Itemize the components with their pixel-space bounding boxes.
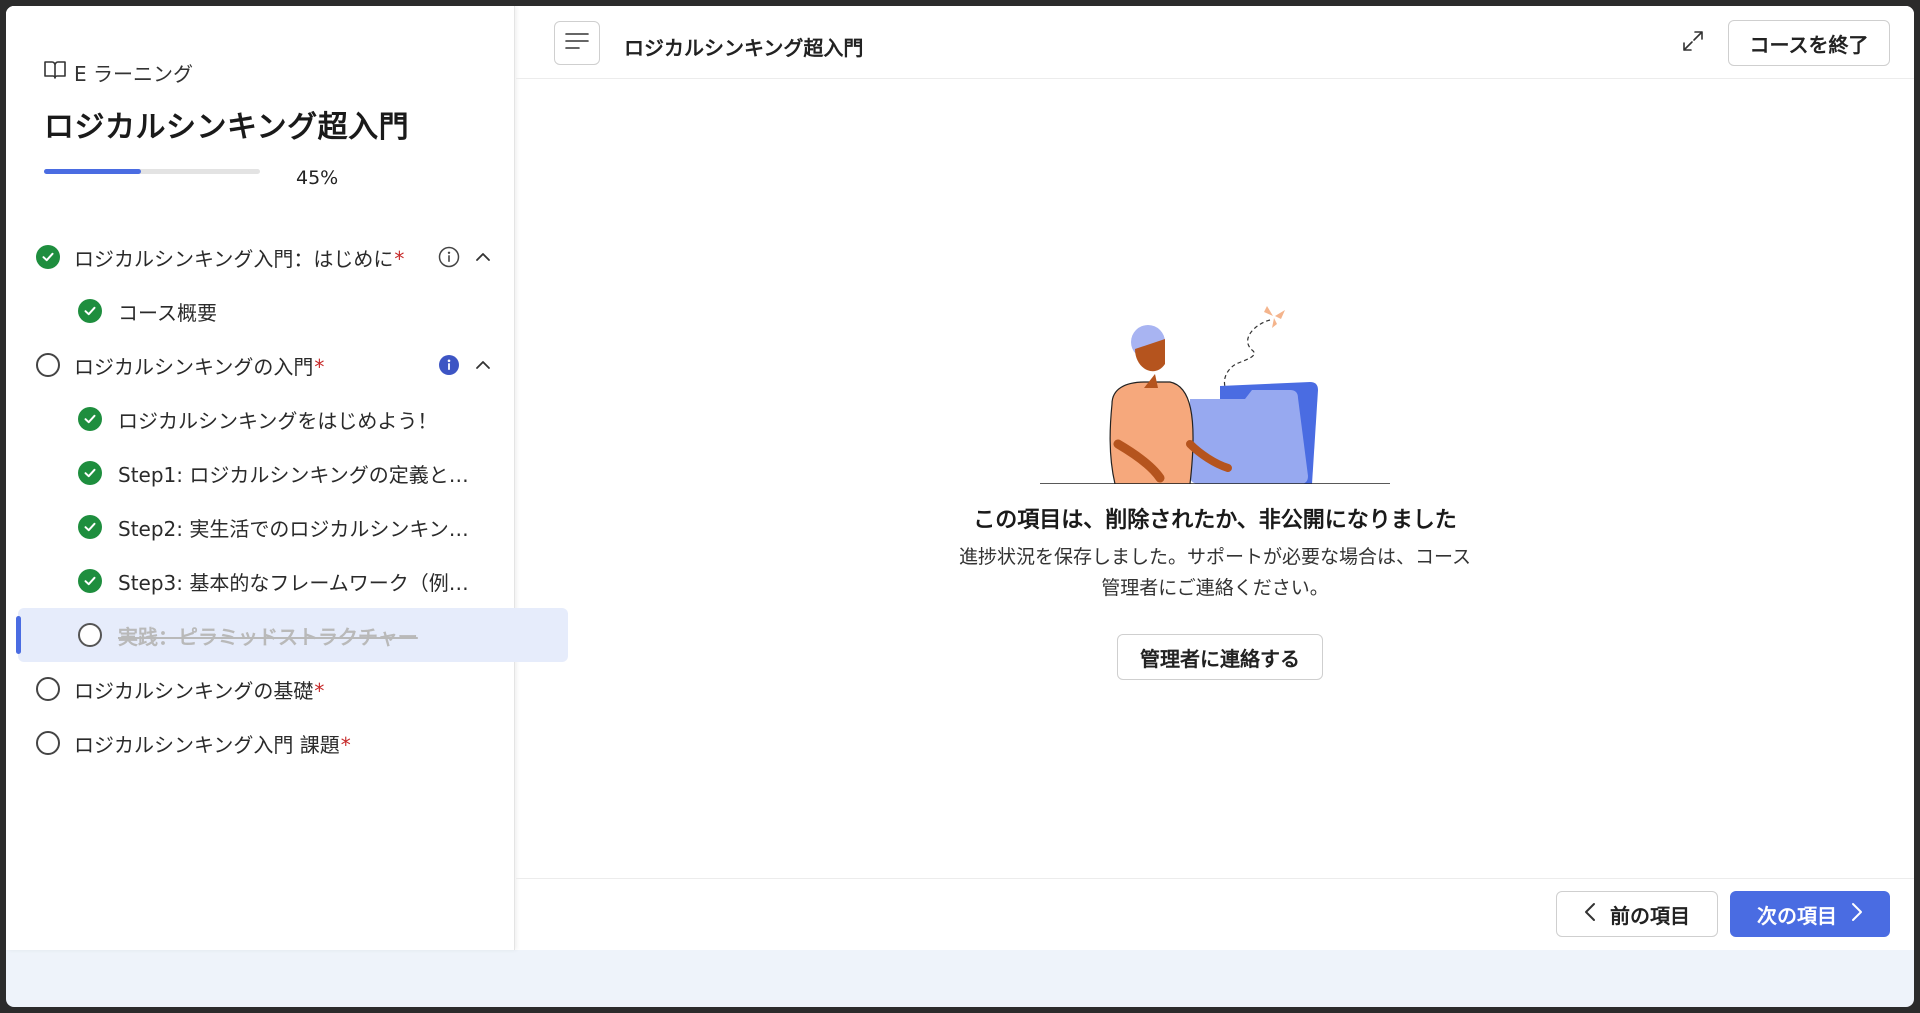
lesson-item-step2[interactable]: Step2: 実生活でのロジカルシンキン… (6, 500, 514, 554)
chevron-up-icon[interactable] (474, 356, 492, 374)
lesson-label: Step3: 基本的なフレームワーク（例… (118, 570, 469, 595)
check-circle-icon (78, 407, 102, 431)
info-icon[interactable] (438, 246, 460, 268)
main-content: この項目は、削除されたか、非公開になりました 進捗状況を保存しました。サポートが… (516, 78, 1914, 878)
empty-state-illustration (1040, 306, 1390, 484)
section-item-assignment[interactable]: ロジカルシンキング入門 課題* (6, 716, 514, 770)
empty-circle-icon (36, 677, 60, 701)
lesson-label: Step2: 実生活でのロジカルシンキン… (118, 516, 469, 541)
message-title: この項目は、削除されたか、非公開になりました (973, 508, 1457, 533)
lesson-item-practice-selected[interactable]: 実践：ピラミッドストラクチャー (16, 608, 568, 662)
lesson-label: ロジカルシンキングをはじめよう！ (118, 408, 438, 433)
section-label: ロジカルシンキングの入門* (74, 354, 325, 379)
page-title: ロジカルシンキング超入門 (624, 36, 864, 60)
empty-circle-icon (78, 623, 102, 647)
lesson-item-step3[interactable]: Step3: 基本的なフレームワーク（例… (6, 554, 514, 608)
lesson-label: 実践：ピラミッドストラクチャー (118, 624, 418, 649)
previous-item-button[interactable]: 前の項目 (1556, 891, 1718, 937)
info-icon[interactable] (438, 354, 460, 376)
book-open-icon (44, 60, 66, 85)
progress-fill (44, 169, 142, 174)
check-circle-icon (78, 299, 102, 323)
empty-circle-icon (36, 353, 60, 377)
exit-course-button[interactable]: コースを終了 (1728, 20, 1890, 66)
app: E ラーニング ロジカルシンキング超入門 45% ロジカルシンキング入門：はじめ… (6, 6, 1914, 950)
lesson-label: Step1: ロジカルシンキングの定義と… (118, 462, 469, 487)
course-title: ロジカルシンキング超入門 (44, 110, 410, 145)
lesson-item-course-overview[interactable]: コース概要 (6, 284, 514, 338)
course-outline: ロジカルシンキング入門：はじめに* コース概要 ロジカルシンキングの入門* ロジ… (6, 230, 568, 770)
chevron-right-icon (1851, 902, 1863, 927)
next-item-label: 次の項目 (1757, 903, 1837, 928)
chevron-up-icon[interactable] (474, 248, 492, 266)
section-label: ロジカルシンキング入門：はじめに* (74, 246, 405, 271)
menu-lines-icon (565, 32, 589, 54)
fullscreen-button[interactable] (1676, 26, 1710, 60)
expand-arrows-icon (1681, 29, 1705, 57)
next-item-button[interactable]: 次の項目 (1730, 891, 1890, 937)
progress-percent: 45% (296, 167, 339, 189)
footer-nav: 前の項目 次の項目 (516, 878, 1914, 951)
previous-item-label: 前の項目 (1610, 903, 1690, 928)
lesson-label: コース概要 (118, 300, 217, 325)
check-circle-icon (78, 569, 102, 593)
chevron-left-icon (1584, 902, 1596, 927)
check-circle-icon (36, 245, 60, 269)
lesson-item-step1[interactable]: Step1: ロジカルシンキングの定義と… (6, 446, 514, 500)
sidebar: E ラーニング ロジカルシンキング超入門 45% ロジカルシンキング入門：はじめ… (6, 6, 568, 950)
top-bar: ロジカルシンキング超入門 コースを終了 (516, 6, 1914, 79)
progress-bar (44, 169, 260, 174)
menu-toggle-button[interactable] (554, 21, 600, 65)
section-item-intro[interactable]: ロジカルシンキングの入門* (6, 338, 514, 392)
section-item-basics[interactable]: ロジカルシンキングの基礎* (6, 662, 514, 716)
message-body: 進捗状況を保存しました。サポートが必要な場合は、コース管理者にご連絡ください。 (958, 546, 1472, 599)
section-item-intro-beginning[interactable]: ロジカルシンキング入門：はじめに* (6, 230, 514, 284)
contact-admin-button[interactable]: 管理者に連絡する (1117, 634, 1323, 680)
check-circle-icon (78, 515, 102, 539)
section-label: ロジカルシンキング入門 課題* (74, 732, 351, 757)
empty-circle-icon (36, 731, 60, 755)
section-label: ロジカルシンキングの基礎* (74, 678, 325, 703)
check-circle-icon (78, 461, 102, 485)
brand: E ラーニング (44, 58, 193, 87)
brand-label: E ラーニング (74, 62, 193, 86)
lesson-item-lets-start[interactable]: ロジカルシンキングをはじめよう！ (6, 392, 514, 446)
window-frame: E ラーニング ロジカルシンキング超入門 45% ロジカルシンキング入門：はじめ… (6, 6, 1914, 1007)
